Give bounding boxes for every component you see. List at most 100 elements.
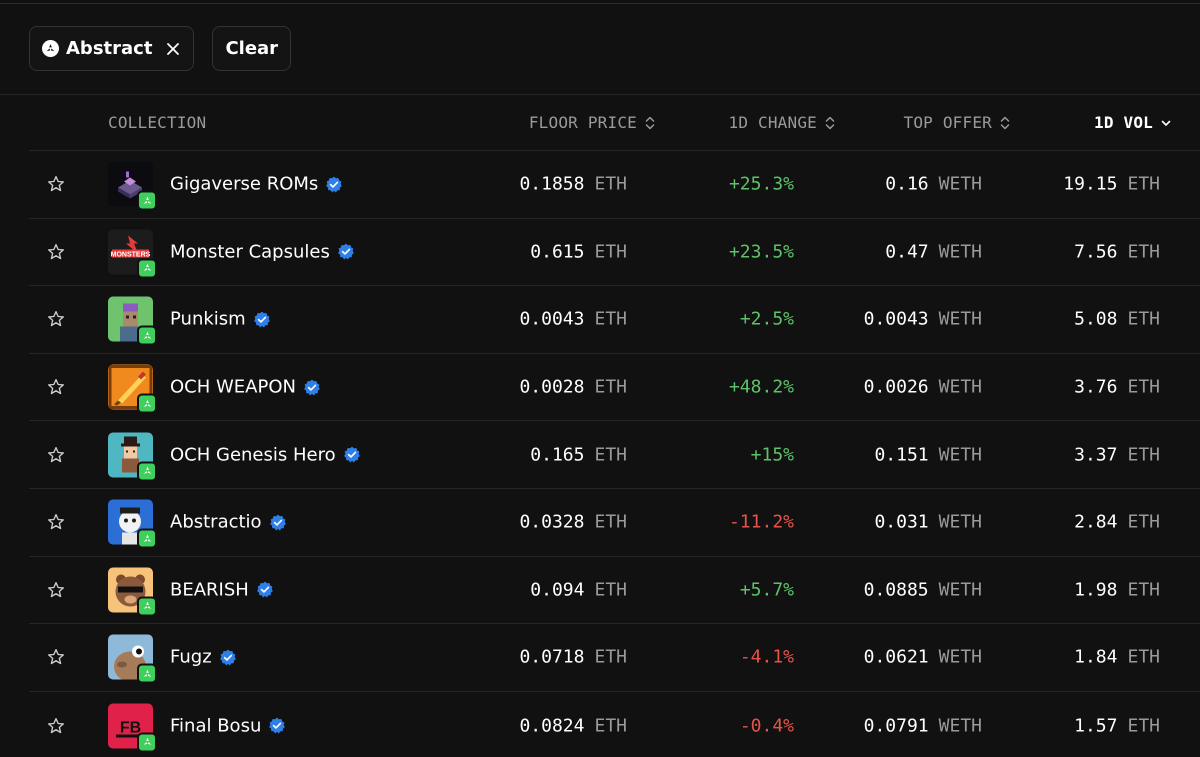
top-offer-value: 0.031 (874, 511, 929, 533)
chevron-down-icon (1161, 120, 1171, 126)
volume-1d-unit: ETH (1127, 444, 1160, 466)
star-outline-icon[interactable] (46, 174, 66, 194)
collection-name: Gigaverse ROMs (170, 173, 319, 195)
volume-1d-value: 1.57 (1074, 715, 1118, 737)
collection-name: OCH Genesis Hero (170, 444, 336, 466)
volume-1d-unit: ETH (1127, 308, 1160, 330)
top-offer-value: 0.0791 (863, 715, 929, 737)
top-offer: 0.0026 WETH (864, 377, 982, 398)
floor-price-unit: ETH (594, 173, 627, 195)
volume-1d-value: 7.56 (1074, 241, 1118, 263)
change-1d: +48.2% (728, 376, 794, 398)
collection-name: Punkism (170, 308, 246, 330)
change-1d: -0.4% (739, 715, 794, 737)
table-row[interactable]: OCH WEAPON 0.0028 ETH +48.2% 0.0026 WETH 3… (29, 354, 1200, 422)
top-offer-value: 0.0043 (863, 308, 929, 330)
top-offer: 0.0885 WETH (864, 579, 982, 600)
top-offer-unit: WETH (938, 646, 982, 668)
change-1d: +15% (750, 444, 794, 466)
star-outline-icon[interactable] (46, 445, 66, 465)
table-row[interactable]: OCH Genesis Hero 0.165 ETH +15% 0.151 WETH… (29, 421, 1200, 489)
table-row[interactable]: Gigaverse ROMs 0.1858 ETH +25.3% 0.16 WETH… (29, 151, 1200, 219)
collection-avatar (108, 432, 157, 482)
star-outline-icon[interactable] (46, 580, 66, 600)
floor-price: 0.615 ETH (530, 241, 627, 262)
star-outline-icon[interactable] (46, 512, 66, 532)
close-icon[interactable] (166, 42, 180, 56)
floor-price-value: 0.1858 (519, 173, 585, 195)
verified-badge-icon (256, 581, 274, 599)
star-outline-icon[interactable] (46, 716, 66, 736)
abstract-chain-icon (137, 461, 157, 482)
collection-avatar (108, 364, 157, 414)
top-offer-unit: WETH (938, 444, 982, 466)
volume-1d-value: 5.08 (1074, 308, 1118, 330)
table-row[interactable]: Punkism 0.0043 ETH +2.5% 0.0043 WETH 5.08 E… (29, 286, 1200, 354)
collection-avatar (108, 634, 157, 684)
collection-name: BEARISH (170, 579, 249, 601)
clear-filters-button[interactable]: Clear (212, 26, 292, 71)
star-outline-icon[interactable] (46, 377, 66, 397)
floor-price-value: 0.0028 (519, 376, 585, 398)
filter-chip-label: Abstract (66, 38, 153, 59)
collection-avatar (108, 567, 157, 617)
abstract-chain-icon (137, 528, 157, 549)
star-outline-icon[interactable] (46, 647, 66, 667)
collection-name: Final Bosu (170, 715, 262, 737)
collection-name-wrap[interactable]: OCH Genesis Hero (170, 444, 361, 465)
collection-avatar (108, 161, 157, 211)
floor-price-value: 0.0328 (519, 511, 585, 533)
collection-name-wrap[interactable]: Final Bosu (170, 715, 286, 736)
column-header-1d-change[interactable]: 1D CHANGE (729, 113, 836, 132)
volume-1d-value: 2.84 (1074, 511, 1118, 533)
top-divider (0, 0, 1200, 4)
floor-price-value: 0.094 (530, 579, 585, 601)
floor-price-value: 0.0043 (519, 308, 585, 330)
collection-name-wrap[interactable]: Abstractio (170, 512, 287, 533)
column-header-floor-price[interactable]: FLOOR PRICE (529, 113, 655, 132)
change-1d: +25.3% (728, 173, 794, 195)
volume-1d-unit: ETH (1127, 715, 1160, 737)
verified-badge-icon (268, 717, 286, 735)
collection-name-wrap[interactable]: Fugz (170, 647, 237, 668)
floor-price-value: 0.165 (530, 444, 585, 466)
collection-name-wrap[interactable]: Gigaverse ROMs (170, 174, 343, 195)
collection-name-wrap[interactable]: Monster Capsules (170, 241, 355, 262)
table-row[interactable]: Abstractio 0.0328 ETH -11.2% 0.031 WETH 2.… (29, 489, 1200, 557)
collection-avatar (108, 296, 157, 346)
verified-badge-icon (337, 243, 355, 261)
star-outline-icon[interactable] (46, 242, 66, 262)
star-outline-icon[interactable] (46, 309, 66, 329)
volume-1d-unit: ETH (1127, 173, 1160, 195)
column-header-label: 1D CHANGE (728, 113, 817, 132)
abstract-chain-icon (137, 190, 157, 211)
collection-name-wrap[interactable]: Punkism (170, 309, 271, 330)
volume-1d-value: 19.15 (1063, 173, 1118, 195)
volume-1d-unit: ETH (1127, 241, 1160, 263)
top-offer-unit: WETH (938, 715, 982, 737)
clear-label: Clear (225, 38, 279, 59)
column-header-label: FLOOR PRICE (528, 113, 637, 132)
table-row[interactable]: BEARISH 0.094 ETH +5.7% 0.0885 WETH 1.98 ET… (29, 557, 1200, 625)
filter-chip-abstract[interactable]: Abstract (29, 26, 195, 71)
top-offer: 0.16 WETH (885, 174, 982, 195)
floor-price-value: 0.0718 (519, 646, 585, 668)
collection-name-wrap[interactable]: BEARISH (170, 579, 274, 600)
column-header-1d-vol[interactable]: 1D VOL (1094, 113, 1171, 132)
abstract-chain-icon (137, 325, 157, 346)
floor-price-unit: ETH (594, 444, 627, 466)
table-row[interactable]: MONSTERS Monster Capsules 0.615 ETH +23.5… (29, 219, 1200, 287)
table-row[interactable]: FB Final Bosu 0.0824 ETH -0.4% 0.0791 WETH… (29, 692, 1200, 757)
table-row[interactable]: Fugz 0.0718 ETH -4.1% 0.0621 WETH 1.84 ETH (29, 624, 1200, 692)
table-body: Gigaverse ROMs 0.1858 ETH +25.3% 0.16 WETH… (29, 151, 1200, 757)
volume-1d-unit: ETH (1127, 646, 1160, 668)
volume-1d: 19.15 ETH (1063, 174, 1160, 195)
floor-price-unit: ETH (594, 308, 627, 330)
sort-updown-icon (645, 116, 655, 129)
column-header-top-offer[interactable]: TOP OFFER (904, 113, 1011, 132)
volume-1d: 2.84 ETH (1074, 512, 1160, 533)
top-offer: 0.0621 WETH (864, 647, 982, 668)
svg-text:MONSTERS: MONSTERS (111, 251, 151, 258)
collection-name-wrap[interactable]: OCH WEAPON (170, 377, 321, 398)
abstract-chain-icon (137, 732, 157, 753)
